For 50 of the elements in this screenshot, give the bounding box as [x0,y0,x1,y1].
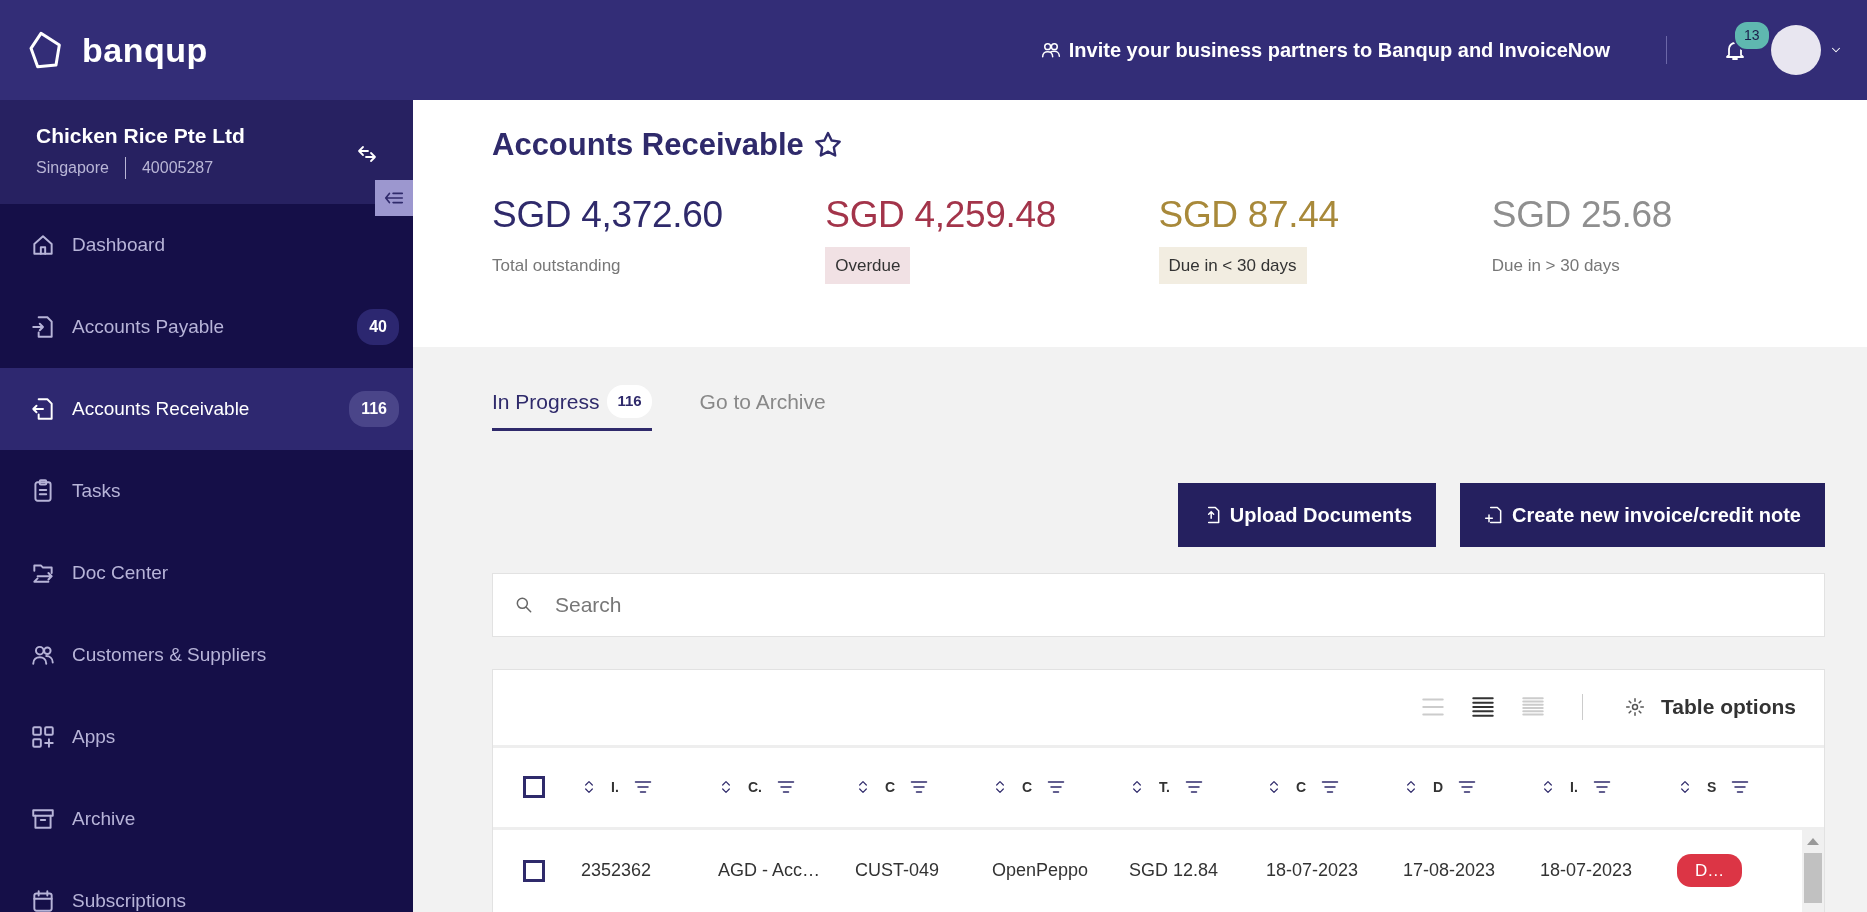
nav-item[interactable]: Accounts Receivable 116 [0,368,413,450]
nav-item[interactable]: Doc Center [0,532,413,614]
create-button[interactable]: Create new invoice/credit note [1460,482,1825,547]
column-header[interactable]: I. [611,776,619,798]
column-header[interactable]: D [1433,776,1444,798]
table-cell-text: OpenPeppo [992,859,1090,882]
table-cell-text: 17-08-2023 [1403,859,1497,882]
company-name: Chicken Rice Pte Ltd [36,123,246,149]
nav-item[interactable]: Subscriptions [0,860,413,912]
column-header[interactable]: C [885,776,896,798]
stat-amount: SGD 4,372.60 [492,193,724,238]
company-number: 40005287 [141,157,214,178]
table-cell-text: 2352362 [581,859,653,882]
nav-item[interactable]: Archive [0,778,413,860]
table-cell-text: 18-07-2023 [1266,859,1360,882]
tab[interactable]: In Progress 116 [492,385,652,431]
invite-link[interactable]: Invite your business partners to Banqup and InvoiceNow [1068,35,1610,65]
status-badge: D… [1677,853,1743,888]
status-tag: Overdue [825,246,911,285]
search-field[interactable]: Search [492,572,1825,637]
stat-amount: SGD 87.44 [1158,193,1340,238]
table-cell-text: SGD 12.84 [1129,859,1220,882]
count-badge: 40 [357,309,399,345]
stat-label: Total outstanding [492,254,621,277]
table-cell-text: 18-07-2023 [1540,859,1634,882]
column-header[interactable]: T. [1159,776,1170,798]
column-header[interactable]: C. [748,776,762,798]
count-badge: 116 [349,391,399,427]
company-country: Singapore [36,157,109,178]
table-cell-text: CUST-049 [855,859,941,882]
page-title: Accounts Receivable [492,126,804,164]
nav-item[interactable]: Apps [0,696,413,778]
upload-button[interactable]: Upload Documents [1177,482,1436,547]
column-header[interactable]: S [1707,776,1717,798]
nav-item[interactable]: Accounts Payable 40 [0,286,413,368]
stat-label: Due in > 30 days [1491,254,1620,277]
nav-item[interactable]: Dashboard [0,204,413,286]
column-header[interactable]: C [1296,776,1307,798]
count-badge: 116 [607,385,652,418]
notification-count: 13 [1733,19,1771,51]
column-header[interactable]: C [1022,776,1033,798]
stat-amount: SGD 4,259.48 [825,193,1058,238]
status-tag: Due in < 30 days [1158,246,1307,285]
nav-item[interactable]: Tasks [0,450,413,532]
logo-text: banqup [82,29,208,71]
table-cell-text: AGD - Acc… [718,859,821,882]
table-options-button[interactable]: Table options [1619,690,1802,724]
stat-amount: SGD 25.68 [1491,193,1674,238]
nav-item[interactable]: Customers & Suppliers [0,614,413,696]
column-header[interactable]: I. [1570,776,1578,798]
